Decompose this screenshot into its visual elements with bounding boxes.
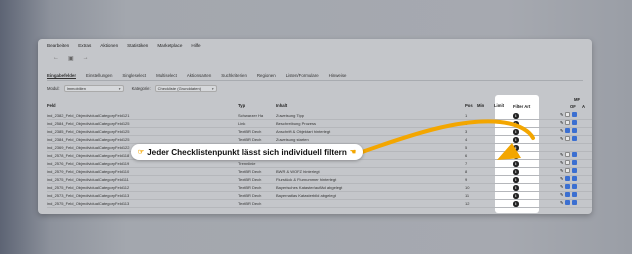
- pointing-hand-icon: ☞: [137, 149, 145, 156]
- callout-arrow: [360, 119, 535, 160]
- arrow-head: [497, 143, 521, 160]
- callout-text: Jeder Checklistenpunkt lässt sich indivi…: [147, 147, 347, 157]
- pointing-hand-icon: ☚: [349, 149, 357, 156]
- callout-banner: ☞ Jeder Checklistenpunkt lässt sich indi…: [131, 144, 363, 160]
